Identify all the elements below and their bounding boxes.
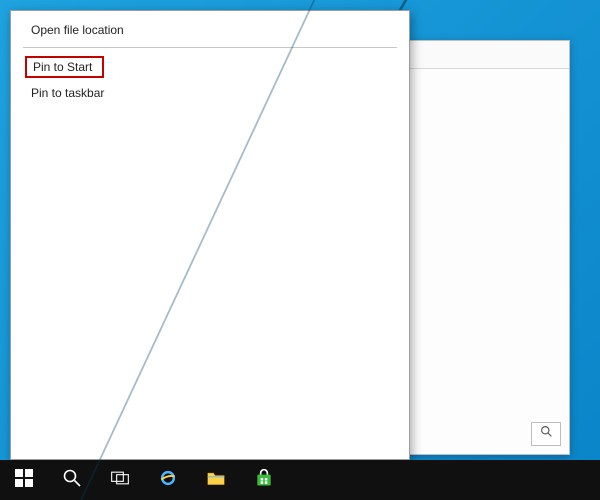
search-box[interactable] — [531, 422, 561, 446]
menu-item-pin-to-start[interactable]: Pin to Start — [11, 54, 409, 80]
taskbar-search-button[interactable] — [48, 460, 96, 500]
search-icon — [62, 468, 82, 493]
internet-explorer-button[interactable] — [144, 460, 192, 500]
search-icon — [540, 425, 553, 443]
menu-item-pin-to-taskbar[interactable]: Pin to taskbar — [11, 80, 409, 106]
start-button[interactable] — [0, 460, 48, 500]
desktop: Open file location Pin to Start Pin to t… — [0, 0, 600, 500]
taskbar — [0, 460, 600, 500]
menu-separator — [23, 47, 397, 48]
menu-item-label: Open file location — [31, 23, 124, 37]
store-icon — [254, 468, 274, 493]
ie-icon — [158, 468, 178, 493]
file-explorer-button[interactable] — [192, 460, 240, 500]
menu-item-label: Pin to Start — [33, 60, 92, 74]
task-view-button[interactable] — [96, 460, 144, 500]
windows-logo-icon — [14, 468, 34, 493]
folder-icon — [206, 468, 226, 493]
store-button[interactable] — [240, 460, 288, 500]
menu-item-open-file-location[interactable]: Open file location — [11, 17, 409, 43]
menu-item-label: Pin to taskbar — [31, 86, 104, 100]
highlight-annotation: Pin to Start — [25, 56, 104, 78]
context-menu: Open file location Pin to Start Pin to t… — [10, 10, 410, 460]
task-view-icon — [110, 468, 130, 493]
